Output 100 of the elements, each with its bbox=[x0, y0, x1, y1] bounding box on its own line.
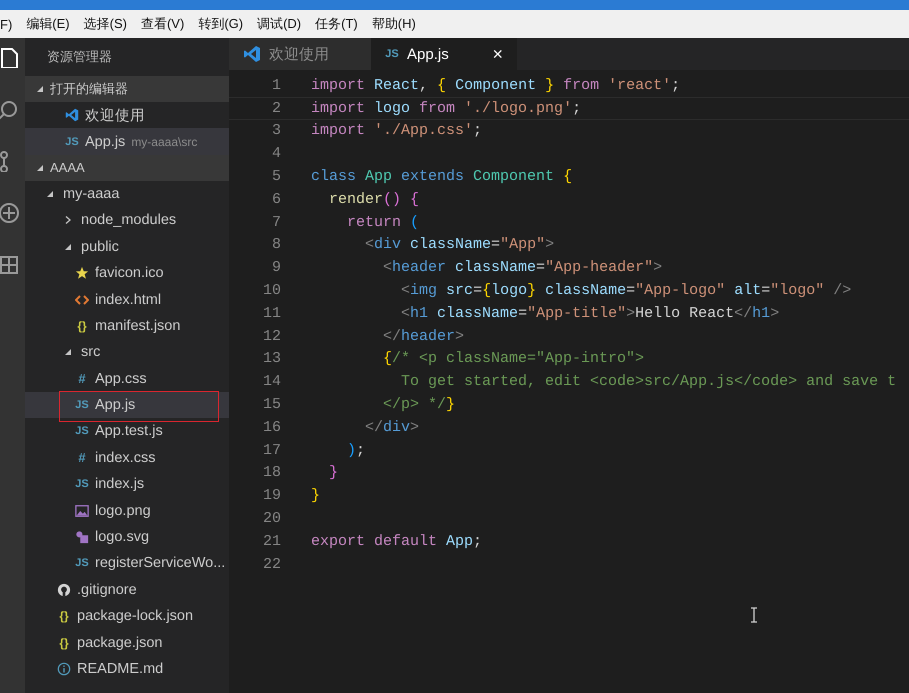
close-tab-button[interactable]: × bbox=[492, 44, 503, 64]
file-item[interactable]: index.html bbox=[25, 286, 229, 313]
star-icon bbox=[75, 265, 89, 282]
menu-item[interactable]: 任务(T) bbox=[315, 15, 358, 33]
menu-item[interactable]: 调试(D) bbox=[257, 15, 302, 33]
code-line: ); bbox=[346, 442, 366, 459]
menu-item[interactable]: 编辑(E) bbox=[26, 15, 70, 33]
json-file-icon: {} bbox=[75, 318, 89, 333]
file-item[interactable]: JS index.js bbox=[25, 471, 229, 498]
files-icon[interactable] bbox=[0, 46, 20, 68]
code-line: <div className="App"> bbox=[364, 236, 554, 254]
line-number: 17 bbox=[262, 442, 281, 459]
explorer-title: 资源管理器 bbox=[46, 48, 113, 66]
code-line: </p> */} bbox=[382, 396, 456, 414]
js-file-icon: JS bbox=[75, 425, 89, 438]
code-line: import './App.css'; bbox=[311, 122, 482, 140]
code-line: render() { bbox=[328, 190, 420, 208]
line-number: 10 bbox=[262, 282, 281, 300]
expanded-arrow-icon bbox=[35, 84, 45, 94]
js-file-icon: JS bbox=[65, 136, 79, 148]
line-number: 19 bbox=[262, 487, 281, 504]
folder-item[interactable]: node_modules bbox=[25, 207, 229, 234]
code-line: class App extends Component { bbox=[311, 168, 572, 186]
menu-item[interactable]: F) bbox=[0, 16, 12, 32]
file-item[interactable]: # App.css bbox=[25, 366, 229, 392]
code-line: } bbox=[328, 464, 338, 482]
search-icon[interactable] bbox=[0, 98, 20, 120]
line-number: 7 bbox=[270, 214, 281, 231]
line-number: 18 bbox=[262, 464, 281, 482]
menu-item[interactable]: 帮助(H) bbox=[372, 15, 416, 33]
code-line: import logo from './logo.png'; bbox=[311, 100, 582, 117]
line-number: 20 bbox=[262, 510, 281, 528]
code-line: </header> bbox=[382, 328, 464, 345]
line-number: 5 bbox=[270, 168, 281, 186]
code-line: return ( bbox=[346, 214, 420, 231]
line-number: 15 bbox=[262, 396, 281, 414]
info-icon bbox=[57, 661, 71, 677]
file-item[interactable]: {} package.json bbox=[25, 629, 229, 656]
code-line: import React, { Component } from 'react'; bbox=[311, 76, 680, 94]
js-file-icon: JS bbox=[75, 478, 89, 490]
open-editor-item[interactable]: JS App.js my-aaaa\src bbox=[25, 128, 229, 155]
file-item[interactable]: JS registerServiceWo... bbox=[25, 550, 229, 577]
line-number: 12 bbox=[262, 328, 281, 345]
section-header[interactable]: 打开的编辑器 bbox=[25, 76, 229, 102]
shapes-icon bbox=[75, 529, 89, 546]
json-file-icon: {} bbox=[57, 636, 71, 650]
code-line: export default App; bbox=[311, 532, 482, 550]
code-line: <h1 className="App-title">Hello React</h1> bbox=[400, 304, 780, 322]
extensions-icon[interactable] bbox=[0, 254, 20, 276]
image-icon bbox=[75, 504, 89, 518]
file-path: my-aaaa\src bbox=[131, 134, 198, 149]
code-line: <img src={logo} className="App-logo" alt="logo" /> bbox=[400, 282, 852, 300]
text-cursor-icon bbox=[750, 607, 758, 623]
code-line: </div> bbox=[364, 418, 420, 436]
js-file-icon: JS bbox=[385, 48, 399, 60]
file-item[interactable]: .gitignore bbox=[25, 576, 229, 604]
line-number: 13 bbox=[262, 350, 281, 368]
expanded-arrow-icon bbox=[35, 162, 45, 173]
folder-item[interactable]: src bbox=[25, 339, 229, 366]
line-number: 3 bbox=[270, 122, 281, 140]
json-file-icon: {} bbox=[57, 609, 71, 624]
js-file-icon: JS bbox=[75, 399, 89, 412]
css-file-icon: # bbox=[75, 450, 89, 466]
file-item[interactable]: logo.svg bbox=[25, 524, 229, 550]
line-number: 6 bbox=[270, 190, 281, 208]
github-icon bbox=[57, 582, 71, 598]
file-item[interactable]: README.md bbox=[25, 656, 229, 682]
line-number: 11 bbox=[262, 304, 281, 322]
line-number: 9 bbox=[270, 259, 281, 276]
folder-item[interactable]: public bbox=[25, 234, 229, 260]
code-line: To get started, edit <code>src/App.js</code> and save t bbox=[400, 373, 896, 390]
menu-item[interactable]: 转到(G) bbox=[198, 15, 244, 33]
folder-item[interactable]: my-aaaa bbox=[25, 180, 229, 208]
open-editor-item[interactable]: 欢迎使用 bbox=[25, 102, 229, 128]
line-number: 16 bbox=[262, 418, 281, 436]
code-line: <header className="App-header"> bbox=[382, 259, 662, 276]
menu-item[interactable]: 查看(V) bbox=[140, 15, 184, 33]
css-file-icon: # bbox=[75, 371, 89, 386]
file-item[interactable]: favicon.ico bbox=[25, 260, 229, 286]
line-number: 4 bbox=[270, 145, 281, 162]
js-file-icon: JS bbox=[75, 557, 89, 570]
editor-tab[interactable]: 欢迎使用 bbox=[229, 38, 371, 70]
file-item[interactable]: JS App.test.js bbox=[25, 418, 229, 445]
file-item[interactable]: {} package-lock.json bbox=[25, 603, 229, 630]
file-item[interactable]: logo.png bbox=[25, 497, 229, 524]
line-number: 2 bbox=[270, 100, 281, 117]
code-line: } bbox=[311, 487, 320, 504]
angle-brackets-icon bbox=[75, 294, 89, 306]
section-header[interactable]: AAAA bbox=[25, 154, 229, 181]
code-line: {/* <p className="App-intro"> bbox=[382, 350, 644, 368]
line-number: 14 bbox=[262, 373, 281, 390]
file-item[interactable]: # index.css bbox=[25, 444, 229, 472]
line-number: 1 bbox=[270, 76, 281, 94]
file-item[interactable]: {} manifest.json bbox=[25, 312, 229, 340]
line-number: 8 bbox=[270, 236, 281, 254]
menu-item[interactable]: 选择(S) bbox=[84, 15, 127, 33]
editor-tab[interactable]: JS App.js × bbox=[371, 38, 517, 70]
line-number: 21 bbox=[262, 532, 281, 550]
vscode-logo-icon bbox=[243, 45, 261, 63]
line-number: 22 bbox=[262, 556, 281, 573]
